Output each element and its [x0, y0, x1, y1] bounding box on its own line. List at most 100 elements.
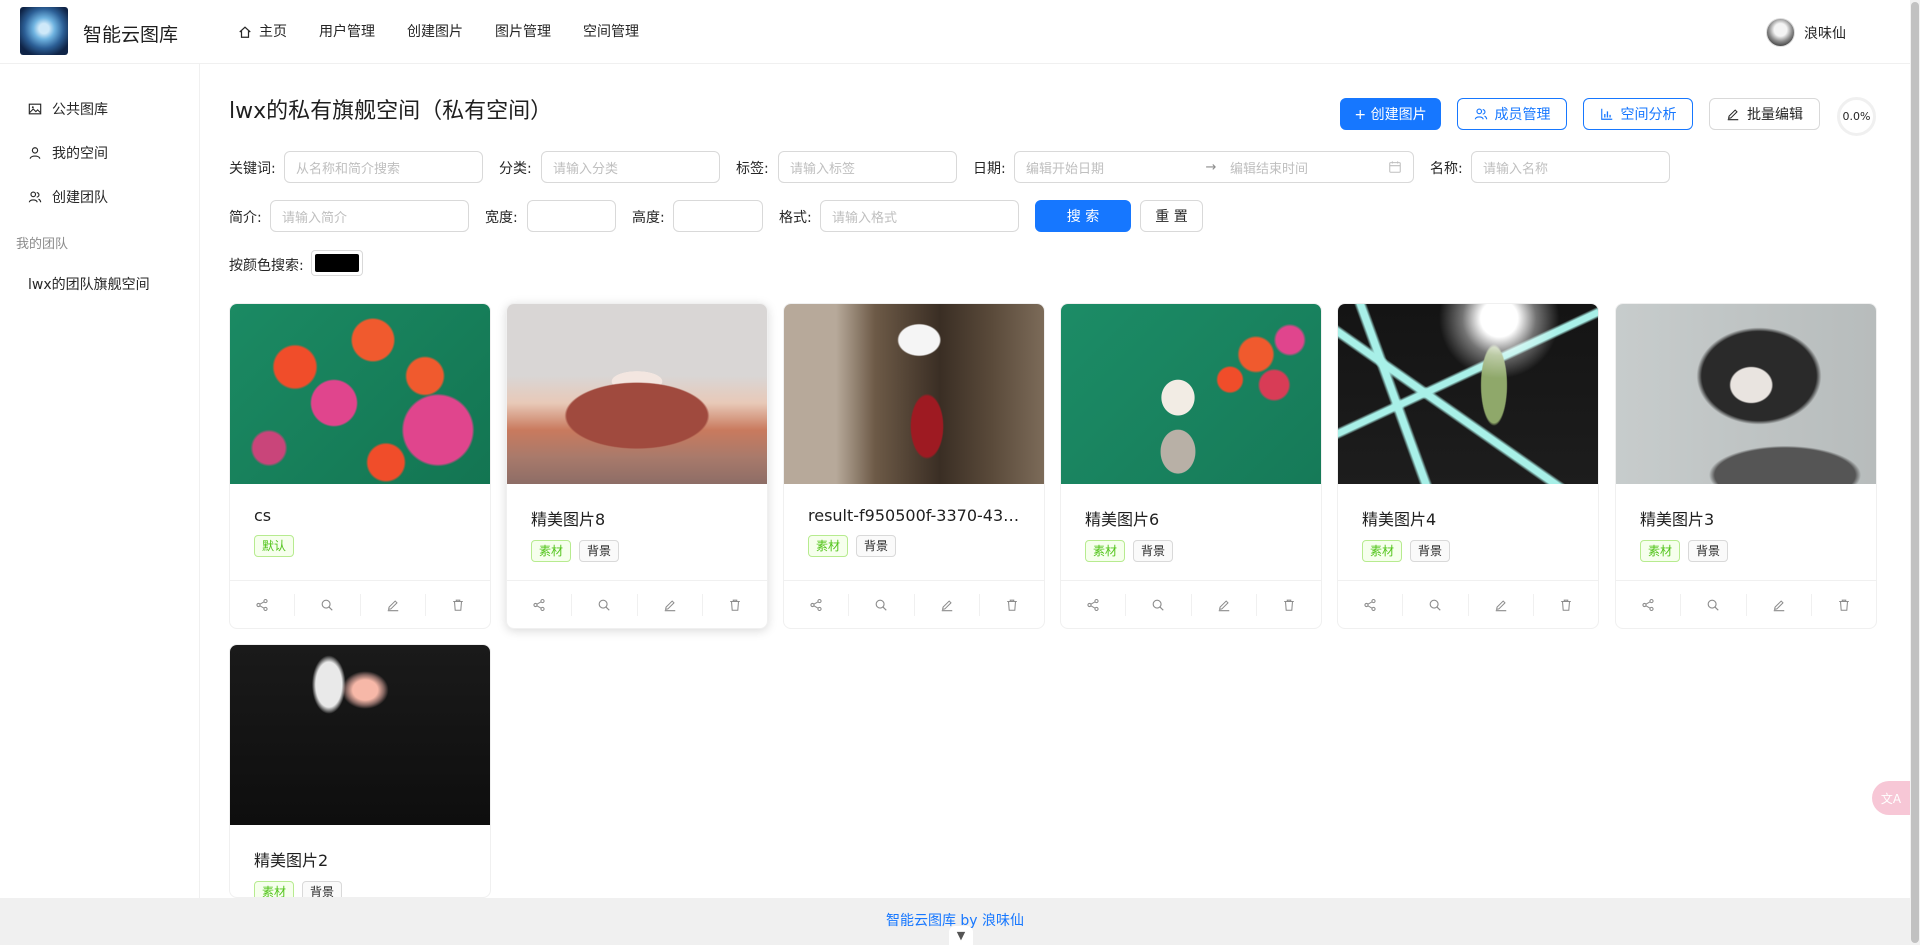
- format-input[interactable]: 请输入格式: [820, 200, 1019, 232]
- card-image[interactable]: [1338, 304, 1598, 484]
- picture-card[interactable]: 精美图片3 素材 背景: [1615, 303, 1877, 629]
- card-title: result-f950500f-3370-4320...: [808, 506, 1020, 525]
- create-picture-button[interactable]: + 创建图片: [1340, 98, 1441, 130]
- batch-edit-button[interactable]: 批量编辑: [1709, 98, 1820, 130]
- scrollbar-thumb[interactable]: [1911, 2, 1919, 943]
- date-label: 日期:: [973, 161, 1006, 177]
- delete-button[interactable]: [1257, 594, 1321, 616]
- top-header: 智能云图库 主页 用户管理 创建图片 图片管理 空间管理 浪味仙: [0, 0, 1910, 64]
- card-image[interactable]: [1061, 304, 1321, 484]
- reset-button[interactable]: 重 置: [1140, 200, 1203, 232]
- nav-item-home[interactable]: 主页: [222, 0, 303, 64]
- card-body: 精美图片3 素材 背景: [1616, 484, 1876, 580]
- intro-input[interactable]: 请输入简介: [270, 200, 469, 232]
- edit-button[interactable]: [638, 593, 703, 616]
- color-search-label: 按颜色搜索:: [229, 258, 304, 274]
- delete-button[interactable]: [1812, 594, 1876, 616]
- picture-card[interactable]: 精美图片2 素材 背景: [229, 644, 491, 898]
- nav-label: 用户管理: [319, 24, 375, 40]
- search-icon: [1429, 599, 1442, 611]
- delete-button[interactable]: [980, 594, 1044, 616]
- search-icon: [1152, 599, 1165, 611]
- tag-list: 默认: [254, 535, 466, 557]
- sidebar-item-my-space[interactable]: 我的空间: [28, 143, 108, 163]
- card-image[interactable]: [230, 304, 490, 484]
- card-image[interactable]: [507, 304, 767, 484]
- logo-image[interactable]: [20, 7, 68, 55]
- nav-item-create-picture[interactable]: 创建图片: [391, 0, 479, 64]
- sidebar-item-create-team[interactable]: 创建团队: [28, 187, 108, 207]
- tag: 背景: [1410, 540, 1451, 562]
- share-button[interactable]: [1338, 593, 1404, 616]
- picture-card[interactable]: 精美图片6 素材 背景: [1060, 303, 1322, 629]
- tags-input[interactable]: 请输入标签: [778, 151, 957, 183]
- edit-button[interactable]: [1469, 593, 1534, 616]
- brand-title[interactable]: 智能云图库: [83, 20, 178, 47]
- nav-item-picture-management[interactable]: 图片管理: [479, 0, 567, 64]
- delete-icon: [730, 599, 740, 611]
- space-usage-progress: 0.0%: [1837, 97, 1876, 136]
- member-management-button[interactable]: 成员管理: [1457, 98, 1567, 130]
- picture-card[interactable]: result-f950500f-3370-4320... 素材 背景: [783, 303, 1045, 629]
- card-actions: [1338, 580, 1598, 628]
- date-start-input[interactable]: 编辑开始日期: [1026, 158, 1192, 177]
- edit-icon: [387, 599, 398, 611]
- search-similar-button[interactable]: [849, 593, 915, 616]
- category-input[interactable]: 请输入分类: [541, 151, 720, 183]
- share-button[interactable]: [1616, 593, 1682, 616]
- translate-icon[interactable]: 文A: [1872, 781, 1910, 815]
- sidebar-item-public-gallery[interactable]: 公共图库: [28, 99, 108, 119]
- search-button[interactable]: 搜 索: [1035, 200, 1131, 232]
- delete-icon: [1007, 599, 1017, 611]
- card-image[interactable]: [784, 304, 1044, 484]
- space-analysis-button[interactable]: 空间分析: [1583, 98, 1693, 130]
- edit-button[interactable]: [361, 593, 426, 616]
- search-similar-button[interactable]: [1681, 593, 1747, 616]
- avatar[interactable]: [1766, 18, 1795, 47]
- nav-item-space-management[interactable]: 空间管理: [567, 0, 655, 64]
- edit-button[interactable]: [915, 593, 980, 616]
- chevron-down-icon[interactable]: ▼: [949, 926, 973, 945]
- delete-button[interactable]: [1534, 594, 1598, 616]
- button-label: 搜 索: [1066, 209, 1100, 225]
- nav-item-user-management[interactable]: 用户管理: [303, 0, 391, 64]
- search-similar-button[interactable]: [572, 593, 638, 616]
- edit-icon: [1495, 599, 1506, 611]
- share-icon: [810, 598, 822, 611]
- tag-list: 素材 背景: [1362, 540, 1574, 562]
- name-input[interactable]: 请输入名称: [1471, 151, 1670, 183]
- width-input[interactable]: [527, 200, 616, 232]
- tag-list: 素材 背景: [1085, 540, 1297, 562]
- picture-card[interactable]: cs 默认: [229, 303, 491, 629]
- top-nav: 主页 用户管理 创建图片 图片管理 空间管理: [222, 0, 655, 64]
- share-button[interactable]: [507, 593, 573, 616]
- share-button[interactable]: [784, 593, 850, 616]
- sidebar-item-team-space[interactable]: lwx的团队旗舰空间: [28, 274, 150, 294]
- arrow-right-icon: →: [1205, 159, 1217, 175]
- search-similar-button[interactable]: [1126, 593, 1192, 616]
- picture-card[interactable]: 精美图片4 素材 背景: [1337, 303, 1599, 629]
- height-input[interactable]: [673, 200, 763, 232]
- keyword-label: 关键词:: [229, 161, 276, 177]
- picture-card[interactable]: 精美图片8 素材 背景: [506, 303, 768, 629]
- search-similar-button[interactable]: [1403, 593, 1469, 616]
- edit-button[interactable]: [1747, 593, 1812, 616]
- search-similar-button[interactable]: [295, 593, 361, 616]
- tag-list: 素材 背景: [254, 881, 466, 897]
- delete-button[interactable]: [426, 594, 490, 616]
- keyword-input[interactable]: 从名称和简介搜索: [284, 151, 483, 183]
- card-image[interactable]: [1616, 304, 1876, 484]
- tag-list: 素材 背景: [808, 535, 1020, 557]
- share-button[interactable]: [1061, 593, 1127, 616]
- delete-button[interactable]: [703, 594, 767, 616]
- edit-button[interactable]: [1192, 593, 1257, 616]
- user-menu[interactable]: 浪味仙: [1766, 18, 1846, 47]
- tag: 背景: [579, 540, 620, 562]
- date-range-picker[interactable]: 编辑开始日期 → 编辑结束时间: [1014, 151, 1414, 183]
- share-button[interactable]: [230, 593, 296, 616]
- card-image[interactable]: [230, 645, 490, 825]
- color-picker[interactable]: [311, 250, 363, 276]
- date-end-input[interactable]: 编辑结束时间: [1230, 158, 1388, 177]
- tags-label: 标签:: [736, 161, 769, 177]
- button-label: 空间分析: [1620, 107, 1677, 123]
